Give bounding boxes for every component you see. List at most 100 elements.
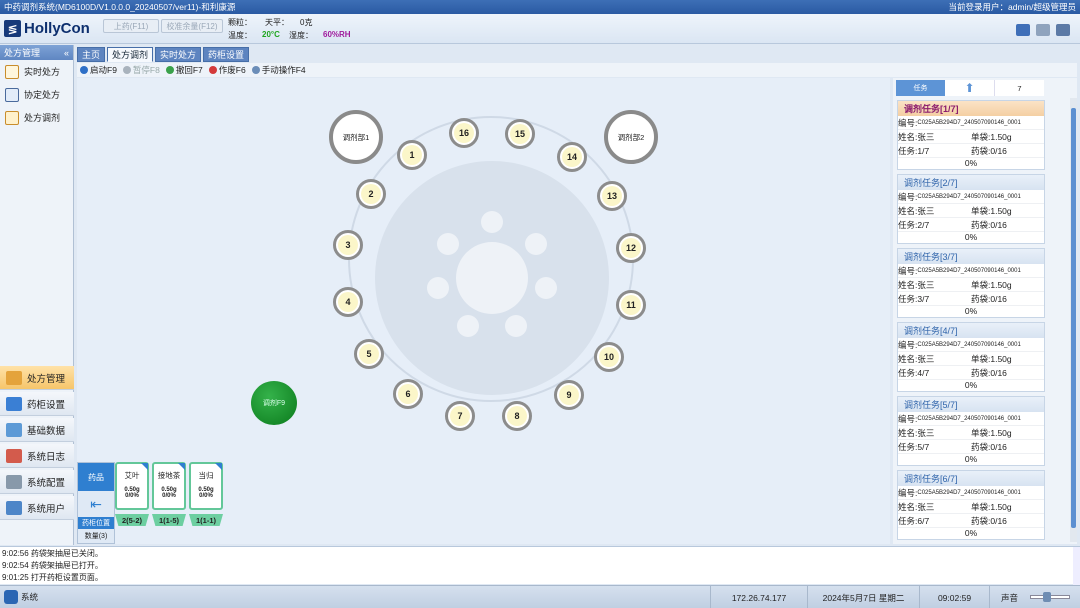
dispenser-1[interactable]: 调剂部1	[329, 110, 383, 164]
task-index: 任务:3/7	[898, 293, 930, 304]
slot-5[interactable]: 5	[354, 339, 384, 369]
tab-dispense[interactable]: 处方调剂	[107, 47, 154, 62]
slot-10[interactable]: 10	[594, 342, 624, 372]
tab-cabinet-settings[interactable]: 药柜设置	[203, 47, 250, 62]
task-bags: 药袋:0/16	[971, 441, 1007, 452]
log-line: 9:02:56 药袋架抽屉已关闭。	[2, 549, 103, 558]
slot-number: 13	[602, 186, 622, 206]
task-percent: 0%	[964, 380, 978, 390]
task-card[interactable]: 调剂任务[4/7] 编号: C025A5B294D7_240507090146_0…	[897, 322, 1045, 392]
slot-3[interactable]: 3	[333, 230, 363, 260]
turntable-hole	[457, 315, 479, 337]
menu-item-label: 实时处方	[24, 67, 61, 77]
slot-14[interactable]: 14	[557, 142, 587, 172]
logo-text: HollyCon	[24, 20, 90, 37]
task-progress-row: 任务:5/7 药袋:0/16	[898, 440, 1044, 454]
herb-progress: 0/0%	[199, 493, 213, 499]
task-scrollbar[interactable]	[1070, 98, 1077, 542]
volume-slider[interactable]	[1030, 592, 1070, 602]
nav-prescription[interactable]: 处方管理	[0, 366, 74, 390]
herb-progress: 0/0%	[125, 493, 139, 499]
herb-progress: 0/0%	[162, 493, 176, 499]
task-name-row: 姓名:张三 单袋:1.50g	[898, 500, 1044, 514]
slot-2[interactable]: 2	[356, 179, 386, 209]
menu-item-agreed-rx[interactable]: 协定处方	[0, 83, 73, 106]
tab-realtime-rx[interactable]: 实时处方	[155, 47, 202, 62]
calibrate-button[interactable]: 校准余量(F12)	[161, 19, 223, 33]
task-percent: 0%	[964, 306, 978, 316]
menu-item-dispense-rx[interactable]: 处方调剂	[0, 106, 73, 129]
void-label: 作废F6	[218, 65, 246, 75]
system-indicator[interactable]: 系统	[4, 590, 38, 604]
herb-card[interactable]: 艾叶 0.50g 0/0% 2(5-2)	[115, 462, 149, 544]
arrow-left-icon[interactable]: ⇤	[78, 491, 114, 517]
undo-button[interactable]: 撤回F7	[165, 64, 203, 76]
task-bags: 药袋:0/16	[971, 367, 1007, 378]
network-icon[interactable]	[1056, 24, 1070, 36]
task-patient: 姓名:张三	[898, 427, 935, 438]
collapse-icon[interactable]: «	[64, 48, 69, 58]
nav-system-log[interactable]: 系统日志	[0, 444, 74, 468]
pause-button[interactable]: 暂停F8	[122, 64, 160, 76]
temp-label: 温度：	[228, 31, 252, 40]
slot-13[interactable]: 13	[597, 181, 627, 211]
task-card[interactable]: 调剂任务[1/7] 编号: C025A5B294D7_240507090146_0…	[897, 100, 1045, 170]
slot-12[interactable]: 12	[616, 233, 646, 263]
left-panel-header: 处方管理 «	[0, 45, 73, 60]
scrollbar-thumb[interactable]	[1071, 108, 1076, 528]
system-label: 系统	[21, 592, 39, 602]
slot-number: 15	[510, 124, 530, 144]
volume-slider-knob[interactable]	[1043, 592, 1051, 602]
task-patient: 姓名:张三	[898, 131, 935, 142]
tab-home[interactable]: 主页	[77, 47, 106, 62]
task-code-row: 编号: C025A5B294D7_240507090146_0001	[898, 338, 1044, 352]
task-tab[interactable]: 任务	[896, 80, 945, 96]
start-button[interactable]: 启动F9	[80, 64, 117, 76]
slot-6[interactable]: 6	[393, 379, 423, 409]
nav-cabinet[interactable]: 药柜设置	[0, 392, 74, 416]
nav-system-config[interactable]: 系统配置	[0, 470, 74, 494]
task-card[interactable]: 调剂任务[3/7] 编号: C025A5B294D7_240507090146_0…	[897, 248, 1045, 318]
dispense-button[interactable]: 调剂F9	[251, 381, 297, 425]
dispenser-2[interactable]: 调剂部2	[604, 110, 658, 164]
book-icon	[5, 87, 19, 102]
load-herb-button[interactable]: 上药(F11)	[103, 19, 159, 33]
slot-9[interactable]: 9	[554, 380, 584, 410]
slot-4[interactable]: 4	[333, 287, 363, 317]
nav-system-users[interactable]: 系统用户	[0, 496, 74, 520]
slot-number: 16	[454, 123, 474, 143]
task-index: 任务:6/7	[898, 515, 930, 526]
balance-icon[interactable]	[1036, 24, 1050, 36]
temp-value: 20°C	[262, 30, 280, 39]
tab-bar: 主页 处方调剂 实时处方 药柜设置	[77, 47, 250, 62]
slot-11[interactable]: 11	[616, 290, 646, 320]
herb-position: 1(1-5)	[152, 514, 186, 526]
ip-address: 172.26.74.177	[710, 586, 807, 608]
void-button[interactable]: 作废F6	[208, 64, 246, 76]
turntable-hub	[456, 242, 528, 314]
monitor-icon[interactable]	[1016, 24, 1030, 36]
menu-item-realtime-rx[interactable]: 实时处方	[0, 60, 73, 83]
log-scrollbar[interactable]	[1073, 547, 1080, 585]
dispenser-1-label: 调剂部1	[342, 132, 370, 142]
slot-8[interactable]: 8	[502, 401, 532, 431]
task-name-row: 姓名:张三 单袋:1.50g	[898, 278, 1044, 292]
herb-card[interactable]: 接地茶 0.50g 0/0% 1(1-5)	[152, 462, 186, 544]
slot-1[interactable]: 1	[397, 140, 427, 170]
nav-label: 系统日志	[27, 451, 66, 463]
task-card[interactable]: 调剂任务[2/7] 编号: C025A5B294D7_240507090146_0…	[897, 174, 1045, 244]
arrow-up-icon[interactable]: ⬆	[945, 80, 994, 96]
task-bags: 药袋:0/16	[971, 515, 1007, 526]
task-card[interactable]: 调剂任务[5/7] 编号: C025A5B294D7_240507090146_0…	[897, 396, 1045, 466]
task-card[interactable]: 调剂任务[6/7] 编号: C025A5B294D7_240507090146_0…	[897, 470, 1045, 540]
task-patient: 姓名:张三	[898, 279, 935, 290]
task-percent: 0%	[964, 232, 978, 242]
slot-16[interactable]: 16	[449, 118, 479, 148]
drawer-header: 药品	[78, 463, 114, 491]
nav-base-data[interactable]: 基础数据	[0, 418, 74, 442]
manual-button[interactable]: 手动操作F4	[251, 64, 306, 76]
slot-7[interactable]: 7	[445, 401, 475, 431]
herb-card[interactable]: 当归 0.50g 0/0% 1(1-1)	[189, 462, 223, 544]
log-line: 9:01:25 打开药柜设置页面。	[2, 573, 103, 582]
slot-15[interactable]: 15	[505, 119, 535, 149]
